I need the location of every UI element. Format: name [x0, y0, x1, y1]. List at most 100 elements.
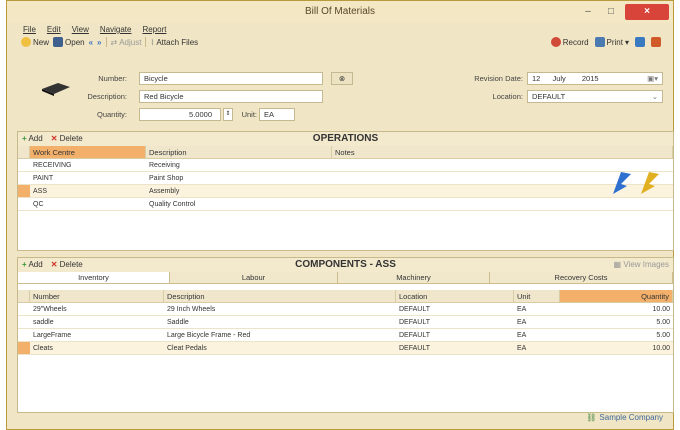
table-row[interactable]: saddle Saddle DEFAULT EA 5.00	[18, 316, 673, 329]
number-field[interactable]: Bicycle	[139, 72, 323, 85]
components-header: + Add ✕ Delete COMPONENTS - ASS ▦ View I…	[18, 258, 673, 272]
row-selector[interactable]	[18, 342, 30, 354]
location-cell: DEFAULT	[399, 345, 430, 352]
print-button[interactable]: Print ▾	[594, 37, 629, 47]
users-icon[interactable]	[635, 37, 645, 47]
adjust-icon: ⇄	[110, 37, 118, 47]
toolbar-separator	[145, 37, 147, 47]
logo-image	[613, 172, 659, 194]
unit-label: Unit:	[241, 110, 257, 119]
binoculars-icon: ⊗	[338, 74, 346, 83]
quantity-field[interactable]: 5.0000	[139, 108, 221, 121]
column-number[interactable]: Number	[30, 290, 164, 302]
menu-file[interactable]: File	[23, 25, 36, 34]
row-selector[interactable]	[18, 198, 30, 210]
view-images-button[interactable]: ▦ View Images	[614, 260, 669, 269]
chevron-down-icon: ⌄	[651, 92, 658, 101]
table-row[interactable]: QC Quality Control	[18, 198, 673, 211]
quantity-cell: 5.00	[656, 319, 670, 326]
row-selector[interactable]	[18, 316, 30, 328]
table-row[interactable]: 29"Wheels 29 Inch Wheels DEFAULT EA 10.0…	[18, 303, 673, 316]
row-selector[interactable]	[18, 303, 30, 315]
printer-icon	[594, 37, 605, 47]
row-selector[interactable]	[18, 159, 30, 171]
next-icon: »	[97, 37, 102, 47]
unit-cell: EA	[517, 319, 527, 326]
description-cell: Saddle	[167, 319, 189, 326]
menu-report[interactable]: Report	[142, 25, 166, 34]
print-label: Print	[606, 37, 623, 47]
attach-files-button[interactable]: ⌇ Attach Files	[150, 38, 198, 47]
close-button[interactable]: ×	[625, 4, 669, 20]
menu-edit[interactable]: Edit	[47, 25, 61, 34]
record-icon	[550, 37, 561, 47]
table-row[interactable]: RECEIVING Receiving	[18, 159, 673, 172]
notes-cell	[332, 198, 673, 210]
row-selector[interactable]	[18, 185, 30, 197]
row-selector[interactable]	[18, 329, 30, 341]
row-selector[interactable]	[18, 172, 30, 184]
calendar-dropdown-icon[interactable]: ▣▾	[647, 74, 658, 84]
tab-labour[interactable]: Labour	[170, 272, 338, 283]
next-button[interactable]: »	[97, 38, 101, 47]
menu-view[interactable]: View	[72, 25, 89, 34]
operations-panel: + Add ✕ Delete OPERATIONS Work Centre De…	[17, 131, 674, 251]
description-cell: Large Bicycle Frame - Red	[167, 332, 251, 339]
column-description[interactable]: Description	[164, 290, 396, 302]
column-unit[interactable]: Unit	[514, 290, 560, 302]
operations-grid-header: Work Centre Description Notes	[18, 146, 673, 159]
table-row[interactable]: Cleats Cleat Pedals DEFAULT EA 10.00	[18, 342, 673, 355]
table-row[interactable]: LargeFrame Large Bicycle Frame - Red DEF…	[18, 329, 673, 342]
images-icon: ▦	[613, 260, 622, 269]
title-bar: Bill Of Materials – □ ×	[7, 1, 673, 23]
calendar-icon[interactable]	[651, 37, 661, 47]
binoculars-icon	[53, 37, 64, 47]
lookup-button[interactable]: ⊗	[331, 72, 353, 85]
description-cell: Quality Control	[149, 201, 196, 208]
tab-recovery-costs[interactable]: Recovery Costs	[490, 272, 673, 283]
new-button[interactable]: New	[21, 37, 49, 47]
work-centre-cell: ASS	[33, 188, 48, 195]
record-button[interactable]: Record	[550, 37, 589, 47]
description-field[interactable]: Red Bicycle	[139, 90, 323, 103]
location-label: Location:	[492, 92, 523, 101]
revision-year: 2015	[581, 74, 599, 83]
number-cell: 29"Wheels	[33, 306, 67, 313]
adjust-button[interactable]: ⇄ Adjust	[111, 38, 142, 47]
toolbar-separator	[105, 37, 107, 47]
company-icon: ⛓	[586, 413, 597, 422]
quantity-stepper[interactable]: ⇕	[223, 108, 233, 121]
location-select[interactable]: DEFAULT ⌄	[527, 90, 663, 103]
open-label: Open	[65, 37, 85, 47]
table-row[interactable]: ASS Assembly	[18, 185, 673, 198]
column-description[interactable]: Description	[146, 146, 332, 158]
revision-date-field[interactable]: 12 July 2015 ▣▾	[527, 72, 663, 85]
column-location[interactable]: Location	[396, 290, 514, 302]
operations-header: + Add ✕ Delete OPERATIONS	[18, 132, 673, 146]
quantity-label: Quantity:	[96, 110, 127, 119]
unit-cell: EA	[517, 345, 527, 352]
menu-navigate[interactable]: Navigate	[100, 25, 132, 34]
maximize-button[interactable]: □	[601, 4, 621, 20]
company-name[interactable]: Sample Company	[599, 413, 663, 422]
description-label: Description:	[87, 92, 127, 101]
minimize-button[interactable]: –	[579, 4, 597, 20]
bom-window: Bill Of Materials – □ × File Edit View N…	[6, 0, 674, 430]
column-work-centre[interactable]: Work Centre	[30, 146, 146, 158]
open-button[interactable]: Open	[53, 37, 85, 47]
view-images-label: View Images	[623, 260, 669, 269]
tab-inventory[interactable]: Inventory	[18, 272, 170, 283]
dropdown-icon: ▾	[624, 37, 629, 47]
tab-machinery[interactable]: Machinery	[338, 272, 490, 283]
toolbar-right: Record Print ▾	[550, 37, 661, 47]
previous-button[interactable]: «	[89, 38, 93, 47]
table-row[interactable]: PAINT Paint Shop	[18, 172, 673, 185]
row-selector-header	[18, 146, 30, 158]
row-selector-header	[18, 290, 30, 302]
description-cell: 29 Inch Wheels	[167, 306, 216, 313]
menu-bar: File Edit View Navigate Report	[23, 25, 166, 34]
column-quantity[interactable]: Quantity	[560, 290, 673, 302]
unit-field[interactable]: EA	[259, 108, 295, 121]
column-notes[interactable]: Notes	[332, 146, 673, 158]
adjust-label: Adjust	[119, 37, 142, 47]
